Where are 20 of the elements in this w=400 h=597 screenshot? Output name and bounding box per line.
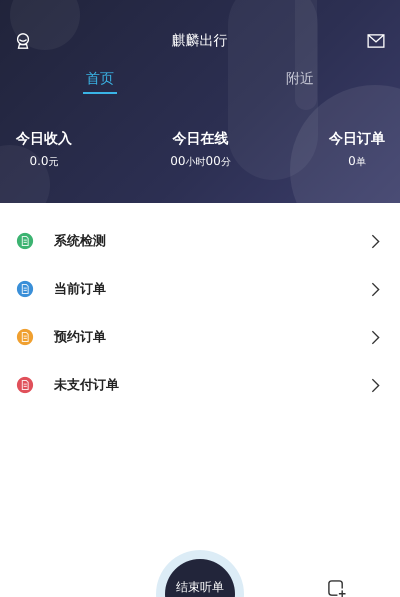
chevron-right-icon (371, 282, 380, 296)
chevron-right-icon (371, 378, 380, 392)
menu-item[interactable]: 未支付订单 (0, 361, 400, 409)
stat-value: 00小时00分 (170, 153, 231, 169)
chevron-right-icon (371, 330, 380, 344)
app-title: 麒麟出行 (172, 32, 228, 50)
mail-icon[interactable] (367, 34, 385, 48)
stat-value: 0单 (348, 153, 366, 169)
menu-item[interactable]: 系统检测 (0, 217, 400, 265)
chevron-right-icon (371, 234, 380, 248)
add-square-icon[interactable] (327, 579, 346, 597)
menu-item[interactable]: 当前订单 (0, 265, 400, 313)
stat-label: 今日在线 (172, 130, 228, 148)
menu-item[interactable]: 预约订单 (0, 313, 400, 361)
stat-label: 今日收入 (16, 130, 72, 148)
stop-listening-button[interactable]: 结束听单 (156, 550, 244, 597)
tab[interactable]: 附近 (200, 70, 400, 94)
stat-label: 今日订单 (329, 130, 385, 148)
support-agent-icon[interactable] (14, 32, 32, 50)
stat-value: 0.0元 (29, 153, 59, 169)
